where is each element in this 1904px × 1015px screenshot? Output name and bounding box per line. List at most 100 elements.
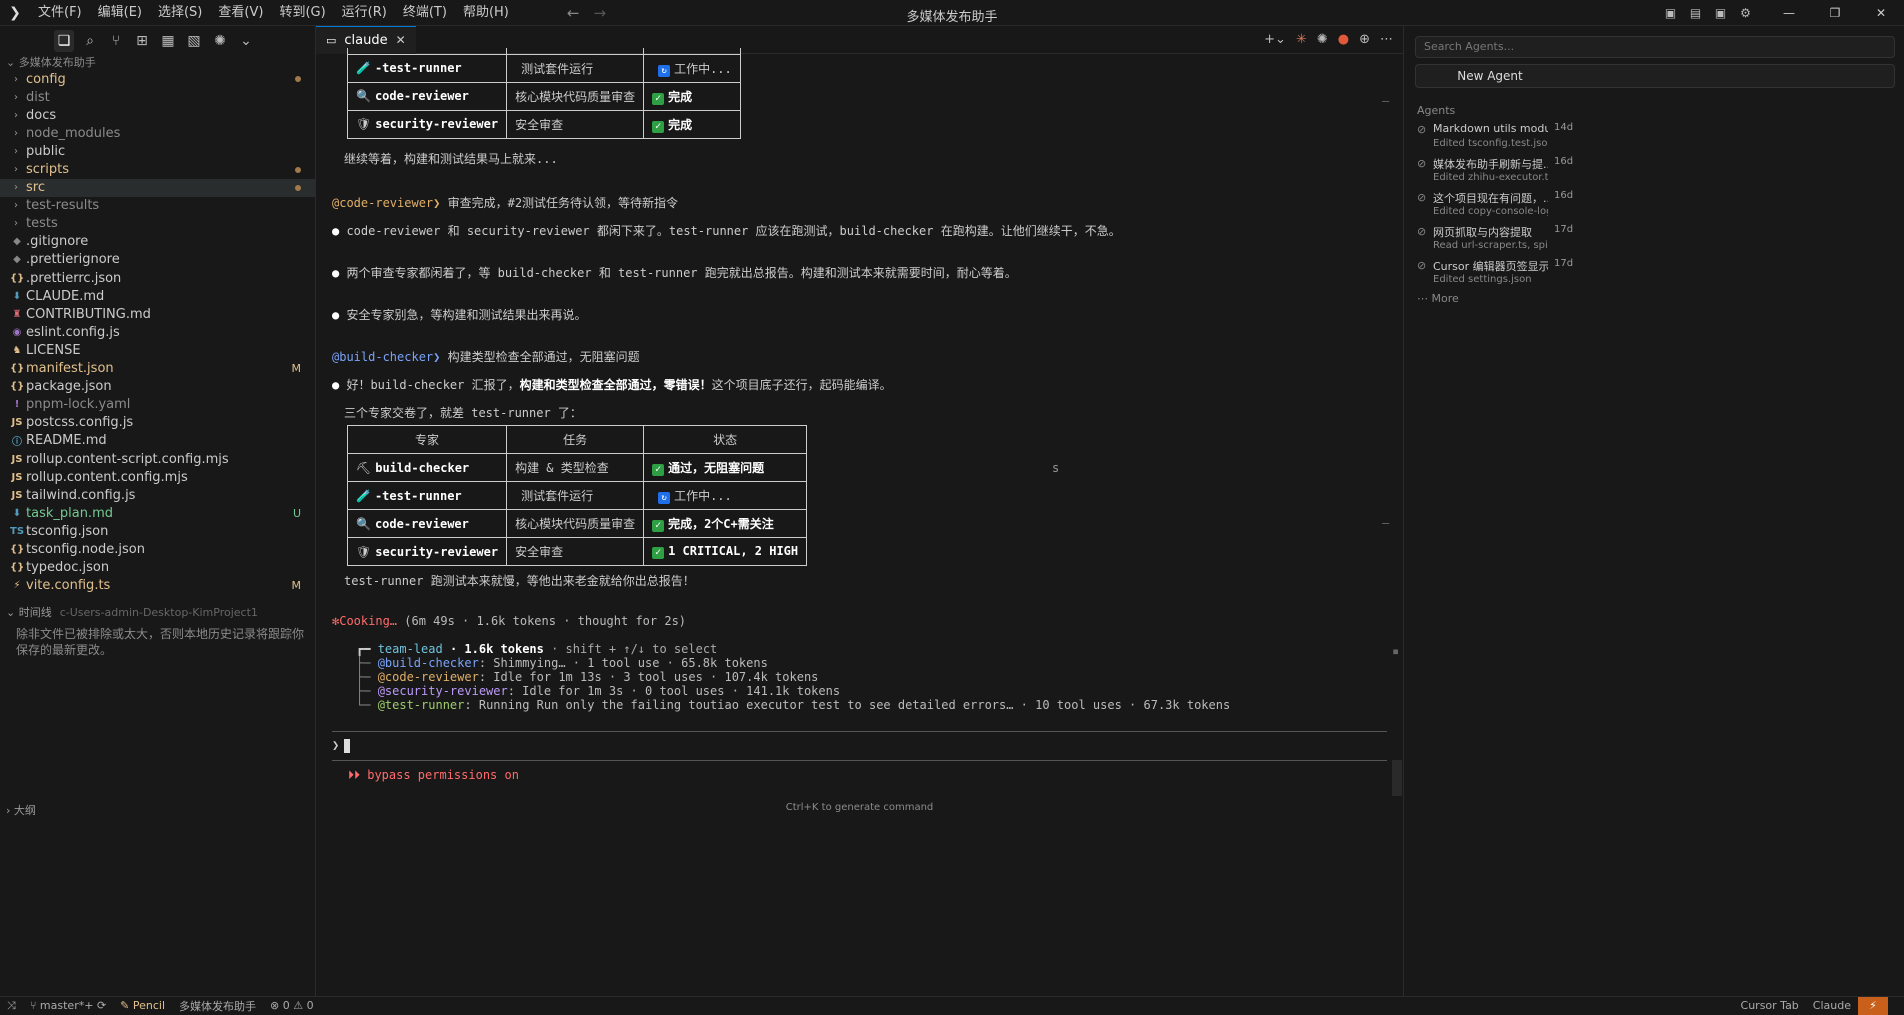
file-item[interactable]: JS rollup.content-script.config.mjs bbox=[0, 450, 315, 468]
file-item[interactable]: ! pnpm-lock.yaml bbox=[0, 396, 315, 414]
record-icon[interactable]: ● bbox=[1338, 32, 1349, 47]
table-row: 🧪 -test-runner 测试套件运行 ↻ 工作中... bbox=[346, 53, 741, 83]
toggle-sidebar-icon[interactable]: ▣ bbox=[1658, 6, 1683, 20]
team-lead-line[interactable]: ┏━ team-lead · 1.6k tokens · shift + ↑/↓… bbox=[356, 642, 717, 656]
more-views-chevron-icon[interactable]: ⌄ bbox=[236, 30, 256, 52]
folder-item[interactable]: › src bbox=[0, 178, 315, 197]
agent-status-icon: ⊘ bbox=[1417, 191, 1427, 204]
problems-count[interactable]: ⊗ 0 ⚠ 0 bbox=[263, 999, 321, 1012]
toggle-secondary-sidebar-icon[interactable]: ▣ bbox=[1708, 6, 1733, 20]
close-tab-icon[interactable]: ✕ bbox=[396, 33, 406, 47]
folder-item[interactable]: › node_modules bbox=[0, 124, 315, 142]
file-item[interactable]: ⬇ CLAUDE.md bbox=[0, 287, 315, 305]
file-item[interactable]: ⬇ task_plan.md U bbox=[0, 504, 315, 522]
search-icon[interactable]: ⌕ bbox=[80, 30, 100, 52]
file-item[interactable]: {} manifest.json M bbox=[0, 360, 315, 378]
new-agent-button[interactable]: New Agent bbox=[1415, 64, 1895, 88]
settings-gear-icon[interactable]: ⚙ bbox=[1733, 6, 1758, 20]
menu-file[interactable]: 文件(F) bbox=[30, 0, 90, 26]
folder-item[interactable]: › docs bbox=[0, 106, 315, 124]
bypass-permissions[interactable]: ⏵⏵ bypass permissions on bbox=[348, 768, 519, 783]
table-row: 🧪 -test-runner 测试套件运行 ↻ 工作中... bbox=[346, 481, 808, 510]
agent-list-item[interactable]: ⊘ 网页抓取与内容提取Read url-scraper.ts, spider...… bbox=[1417, 224, 1897, 258]
claude-icon[interactable]: ✳ bbox=[1296, 32, 1307, 47]
subagent-status: : Running Run only the failing toutiao e… bbox=[464, 698, 1231, 712]
close-window-icon[interactable]: ✕ bbox=[1858, 6, 1904, 20]
subagent-line[interactable]: └─ @test-runner: Running Run only the fa… bbox=[356, 698, 1230, 712]
remote-explorer-icon[interactable]: ▦ bbox=[158, 30, 178, 52]
file-item[interactable]: {} .prettierrc.json bbox=[0, 269, 315, 287]
menu-selection[interactable]: 选择(S) bbox=[150, 0, 210, 26]
file-item[interactable]: ♞ LICENSE bbox=[0, 341, 315, 359]
file-item[interactable]: ⚡ vite.config.ts M bbox=[0, 577, 315, 595]
toggle-panel-icon[interactable]: ▤ bbox=[1683, 6, 1708, 20]
outline-header[interactable]: › 大纲 bbox=[6, 802, 36, 818]
remote-icon[interactable]: ⤨ bbox=[0, 999, 23, 1013]
folder-item[interactable]: › scripts bbox=[0, 160, 315, 178]
more-actions-icon[interactable]: ⋯ bbox=[1380, 32, 1393, 47]
project-header[interactable]: ⌄ 多媒体发布助手 bbox=[0, 56, 315, 70]
folder-item[interactable]: › public bbox=[0, 142, 315, 160]
back-arrow-icon[interactable]: ← bbox=[567, 4, 594, 22]
menu-help[interactable]: 帮助(H) bbox=[455, 0, 517, 26]
folder-item[interactable]: › test-results bbox=[0, 197, 315, 215]
cursor-tab-status[interactable]: Cursor Tab bbox=[1734, 999, 1806, 1012]
timeline-header[interactable]: ⌄ 时间线 c-Users-admin-Desktop-KimProject1 bbox=[0, 604, 316, 620]
folder-item[interactable]: › config bbox=[0, 70, 315, 88]
timeline-path: c-Users-admin-Desktop-KimProject1 bbox=[59, 606, 258, 619]
activity-bar: ❏ ⌕ ⑂ ⊞ ▦ ▧ ✺ ⌄ bbox=[0, 26, 315, 56]
folder-chevron-icon: › bbox=[14, 91, 18, 103]
globe-icon[interactable]: ⊕ bbox=[1359, 32, 1370, 47]
subagent-line[interactable]: ├─ @code-reviewer: Idle for 1m 13s · 3 t… bbox=[356, 670, 818, 684]
minimize-icon[interactable]: — bbox=[1766, 6, 1812, 20]
file-type-icon: ! bbox=[14, 399, 20, 411]
folder-item[interactable]: › tests bbox=[0, 215, 315, 233]
subagent-line[interactable]: ├─ @build-checker: Shimmying… · 1 tool u… bbox=[356, 656, 768, 670]
file-item[interactable]: ♜ CONTRIBUTING.md bbox=[0, 305, 315, 323]
source-control-icon[interactable]: ⑂ bbox=[106, 30, 126, 52]
menu-edit[interactable]: 编辑(E) bbox=[90, 0, 150, 26]
scroll-thumb[interactable]: ▪ bbox=[1392, 644, 1399, 658]
subagent-line[interactable]: ├─ @security-reviewer: Idle for 1m 3s · … bbox=[356, 684, 840, 698]
file-item[interactable]: ◉ eslint.config.js bbox=[0, 323, 315, 341]
project-name[interactable]: 多媒体发布助手 bbox=[172, 998, 263, 1014]
more-agents-link[interactable]: ⋯ More bbox=[1417, 292, 1459, 305]
file-item[interactable]: TS tsconfig.json bbox=[0, 522, 315, 540]
explorer-icon[interactable]: ❏ bbox=[54, 30, 74, 52]
file-item[interactable]: ◆ .gitignore bbox=[0, 233, 315, 251]
menu-run[interactable]: 运行(R) bbox=[334, 0, 395, 26]
agent-list-item[interactable]: ⊘ 这个项目现在有问题，...Edited copy-console-log...… bbox=[1417, 190, 1897, 224]
agent-list-item[interactable]: ⊘ Markdown utils module... Edited tsconfig… bbox=[1417, 122, 1897, 156]
prompt-input[interactable]: ❯ bbox=[332, 731, 1387, 761]
file-item[interactable]: {} package.json bbox=[0, 378, 315, 396]
file-item[interactable]: JS postcss.config.js bbox=[0, 414, 315, 432]
claude-status[interactable]: Claude bbox=[1806, 999, 1858, 1012]
file-item[interactable]: JS rollup.content.config.mjs bbox=[0, 468, 315, 486]
file-item[interactable]: {} typedoc.json bbox=[0, 559, 315, 577]
file-item[interactable]: ◆ .prettierignore bbox=[0, 251, 315, 269]
agent-search-input[interactable]: Search Agents... bbox=[1415, 36, 1895, 58]
file-item[interactable]: {} tsconfig.node.json bbox=[0, 540, 315, 558]
file-item[interactable]: ⓘ README.md bbox=[0, 432, 315, 450]
openai-icon[interactable]: ✺ bbox=[1317, 32, 1328, 47]
terminal-scrollbar[interactable] bbox=[1392, 760, 1402, 796]
notification-bell-icon[interactable]: ⚡ bbox=[1858, 996, 1888, 1015]
agent-list-item[interactable]: ⊘ Cursor 编辑器页签显示 Edited settings.json 17d bbox=[1417, 258, 1897, 292]
agent-list-item[interactable]: ⊘ 媒体发布助手刷新与提...Edited zhihu-executor.ts, … bbox=[1417, 156, 1897, 190]
branch-indicator[interactable]: ⑂ master*+ ⟳ bbox=[23, 999, 113, 1012]
menu-terminal[interactable]: 终端(T) bbox=[395, 0, 455, 26]
spinner-icon: ↻ bbox=[658, 492, 671, 504]
folder-item[interactable]: › dist bbox=[0, 88, 315, 106]
forward-arrow-icon[interactable]: → bbox=[593, 4, 620, 22]
new-terminal-icon[interactable]: +⌄ bbox=[1264, 32, 1286, 47]
openai-icon[interactable]: ✺ bbox=[210, 30, 230, 52]
file-item[interactable]: JS tailwind.config.js bbox=[0, 486, 315, 504]
restore-icon[interactable]: ❐ bbox=[1812, 6, 1858, 20]
menu-go[interactable]: 转到(G) bbox=[271, 0, 333, 26]
pencil-indicator[interactable]: ✎ Pencil bbox=[113, 999, 172, 1012]
sync-icon[interactable]: ⟳ bbox=[97, 999, 106, 1012]
file-type-icon: {} bbox=[10, 363, 25, 375]
menu-view[interactable]: 查看(V) bbox=[210, 0, 271, 26]
extensions-icon[interactable]: ⊞ bbox=[132, 30, 152, 52]
docs-icon[interactable]: ▧ bbox=[184, 30, 204, 52]
